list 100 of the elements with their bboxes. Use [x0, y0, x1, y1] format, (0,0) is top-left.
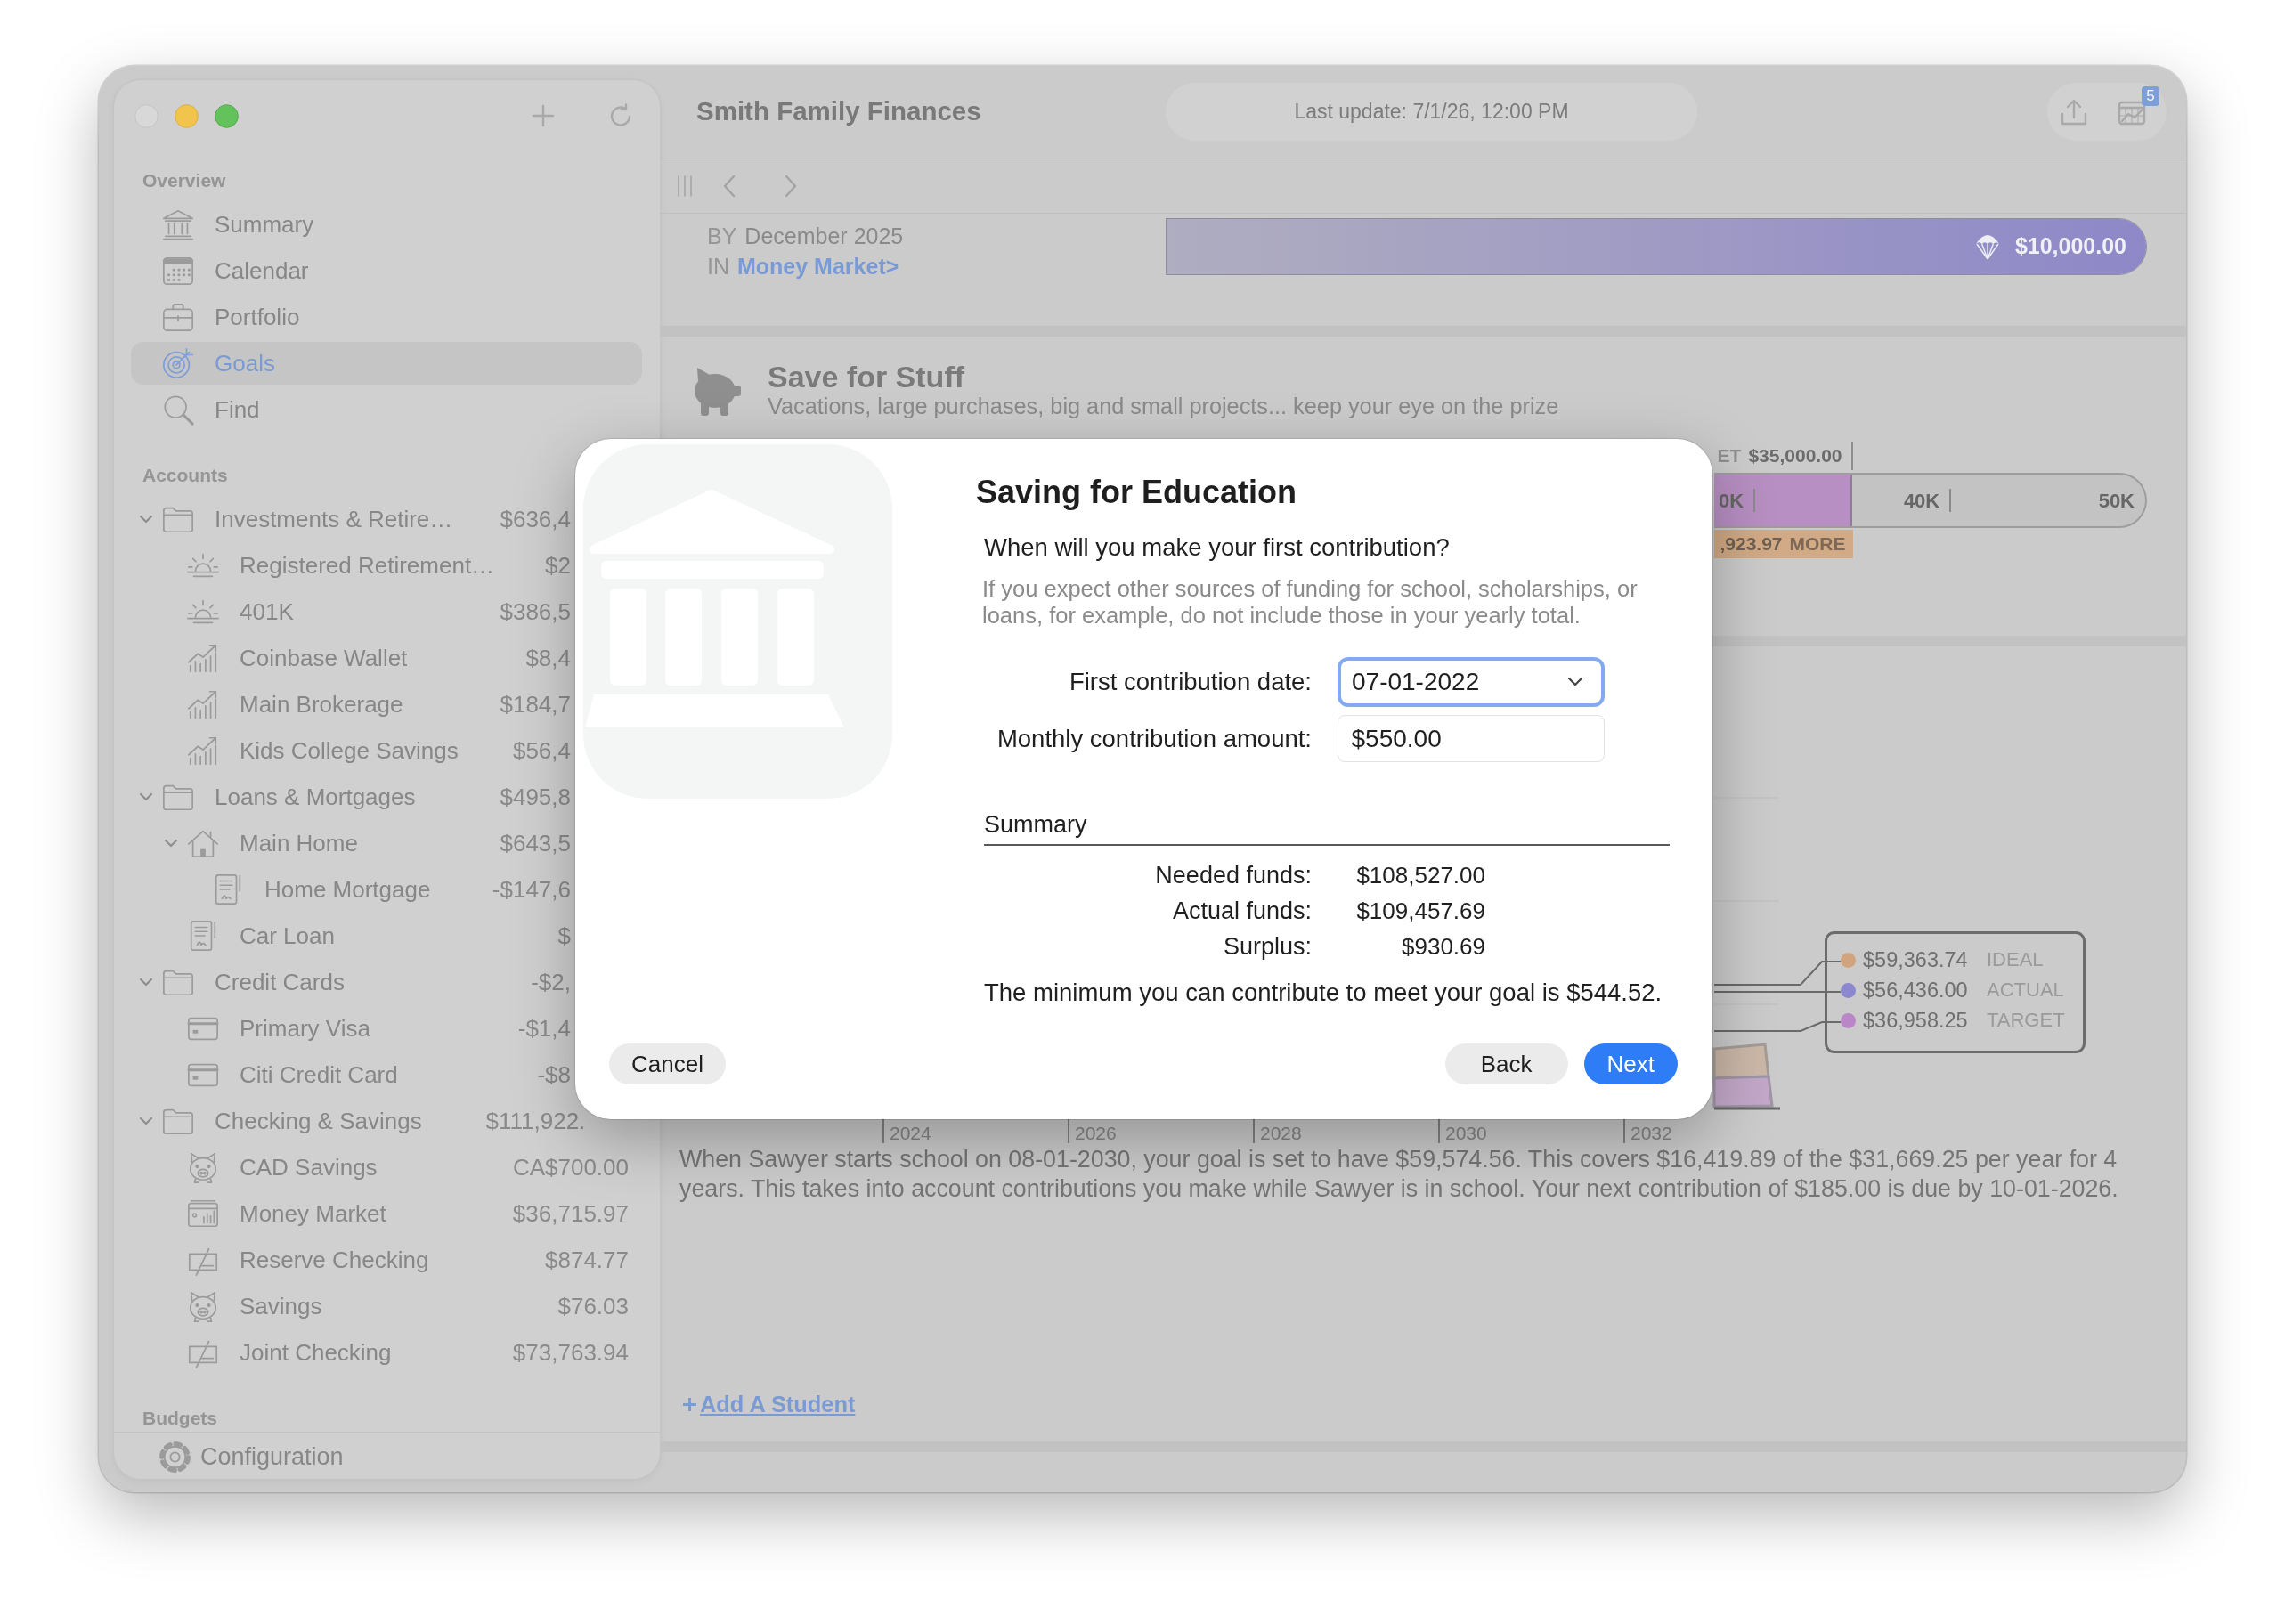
refresh-icon[interactable] [608, 103, 633, 128]
summary-label: Actual funds: [1171, 897, 1312, 926]
sidebar-item[interactable]: Summary [131, 203, 642, 246]
scale-label: 50K [2098, 488, 2135, 514]
account-balance: $56,4 [512, 735, 571, 766]
summary-value: $108,527.00 [1355, 861, 1485, 890]
account-balance: $111,922. [485, 1106, 586, 1136]
account-link[interactable]: Money Market> [737, 254, 899, 279]
chevron-right-icon[interactable] [784, 174, 798, 198]
area-band [1712, 1043, 1770, 1080]
scale-label: 0K [1719, 488, 1744, 514]
axis-label: 2028 [1260, 1123, 1302, 1143]
sidebar-item[interactable]: Investments & Retire… $636,4 [131, 498, 642, 540]
summary-value: $930.69 [1401, 932, 1485, 962]
window-title: Smith Family Finances [696, 95, 982, 128]
sidebar-item[interactable]: Registered Retirement… $2 [131, 544, 642, 587]
sidebar-item[interactable]: Goals [131, 342, 642, 385]
sidebar-item[interactable]: CAD Savings CA$700.00 [131, 1146, 642, 1189]
section-subtitle: Vacations, large purchases, big and small projects... keep your eye on the prize [768, 393, 1559, 419]
summary-label: Needed funds: [1154, 861, 1312, 890]
scale-tick [1753, 489, 1756, 512]
sidebar-item[interactable]: Main Brokerage $184,7 [131, 683, 642, 726]
add-student-link[interactable]: Add A Student [679, 1391, 856, 1417]
section-heading: Accounts [142, 465, 229, 486]
legend-value: $36,958.25 [1863, 1008, 1968, 1033]
shortfall-label: MORE [1789, 532, 1846, 556]
date-picker-field[interactable]: 07-01-2022 [1338, 657, 1605, 707]
sidebar-item[interactable]: Credit Cards -$2, [131, 961, 642, 1003]
back-button[interactable]: Back [1444, 1043, 1568, 1084]
account-balance: $636,4 [500, 504, 571, 534]
account-balance: -$2, [531, 967, 571, 997]
axis-tick [1253, 1117, 1255, 1144]
notification-badge: 5 [2142, 85, 2159, 106]
note-text: The minimum you can contribute to meet your goal is $544.52. [983, 978, 1663, 1008]
account-balance: CA$700.00 [512, 1152, 629, 1182]
section-heading: Budgets [142, 1408, 218, 1429]
target-label: ET [1717, 444, 1742, 468]
account-balance: -$1,4 [517, 1013, 571, 1043]
dialog-title: Saving for Education [976, 473, 1298, 512]
sidebar-item[interactable]: Home Mortgage -$147,6 [131, 868, 642, 911]
sidebar-item[interactable]: Loans & Mortgages $495,8 [131, 775, 642, 818]
target-icon [161, 346, 195, 380]
account-balance: -$8 [537, 1060, 571, 1090]
account-balance: $ [557, 921, 571, 951]
section-heading: Overview [142, 170, 227, 191]
sidebar-item[interactable]: Coinbase Wallet $8,4 [131, 637, 642, 679]
account-balance: $73,763.94 [512, 1337, 629, 1368]
legend-value: $59,363.74 [1863, 947, 1968, 972]
sidebar-item[interactable]: Checking & Savings $111,922. [131, 1100, 642, 1142]
account-balance: $643,5 [500, 828, 571, 858]
window-zoom-icon[interactable] [215, 103, 239, 128]
sidebar-item[interactable]: Portfolio [131, 296, 642, 338]
axis-label: 2024 [890, 1123, 931, 1143]
axis-tick [1438, 1117, 1440, 1144]
sidebar-item[interactable]: Calendar [131, 249, 642, 292]
account-balance: -$147,6 [492, 874, 571, 905]
sidebar-item[interactable]: Joint Checking $73,763.94 [131, 1331, 642, 1374]
sidebar-handle-icon[interactable] [677, 174, 693, 198]
field-label: Monthly contribution amount: [996, 723, 1312, 754]
target-amount: $35,000.00 [1748, 444, 1842, 468]
sidebar-item[interactable]: Main Home $643,5 [131, 822, 642, 865]
plus-icon[interactable] [531, 103, 556, 128]
cancel-button[interactable]: Cancel [609, 1043, 726, 1084]
sidebar-item[interactable]: Reserve Checking $874.77 [131, 1238, 642, 1281]
search-icon [161, 393, 195, 426]
shortfall-amount: ,923.97 [1720, 532, 1783, 556]
sidebar-item[interactable]: Car Loan $ [131, 914, 642, 957]
input-field[interactable]: $550.00 [1338, 715, 1605, 762]
legend-value: $56,436.00 [1863, 978, 1968, 1003]
summary-value: $109,457.69 [1355, 897, 1485, 926]
sidebar-item[interactable]: Kids College Savings $56,4 [131, 729, 642, 772]
summary-label: Surplus: [1222, 932, 1312, 962]
account-balance: $184,7 [500, 689, 571, 719]
sidebar-item[interactable]: 401K $386,5 [131, 590, 642, 633]
scale-tick [1949, 489, 1952, 512]
target-date: December 2025 [744, 223, 904, 248]
window-minimize-icon[interactable] [175, 103, 199, 128]
axis-label: 2032 [1630, 1123, 1672, 1143]
configuration-button[interactable]: Configuration [152, 1438, 344, 1475]
sidebar-item[interactable]: Money Market $36,715.97 [131, 1192, 642, 1235]
bank-icon [161, 207, 195, 241]
account-balance: $2 [545, 550, 571, 581]
goal-summary: When Sawyer starts school on 08-01-2030, your goal is set to have $59,574.56. This covers $16,419.89 of the $31,669.25 per year for 4 years. This takes into account contributions you make while Sawyer is in school. Your next contribution of $185.00 is due by 10-01-2026. [679, 1145, 2119, 1204]
question-text: When will you make your first contribution? [983, 532, 1451, 563]
account-balance: $36,715.97 [512, 1198, 629, 1229]
sidebar-item[interactable]: Savings $76.03 [131, 1285, 642, 1328]
account-balance: $8,4 [525, 643, 571, 673]
axis-tick [1068, 1117, 1069, 1144]
axis-label: 2030 [1445, 1123, 1487, 1143]
summary-heading: Summary [984, 810, 1670, 846]
account-balance: $76.03 [557, 1291, 629, 1321]
plus-icon [682, 1396, 697, 1412]
field-label: First contribution date: [1068, 667, 1312, 698]
sidebar-item[interactable]: Find [131, 388, 642, 431]
account-balance: $495,8 [500, 782, 571, 812]
goal-amount: $10,000.00 [2014, 232, 2126, 261]
hint-text: If you expect other sources of funding for school, scholarships, or loans, for example, do not include those in your yearly total. [981, 575, 1639, 629]
area-band [1712, 1075, 1774, 1108]
next-button[interactable]: Next [1583, 1043, 1678, 1084]
chevron-left-icon[interactable] [722, 174, 736, 198]
